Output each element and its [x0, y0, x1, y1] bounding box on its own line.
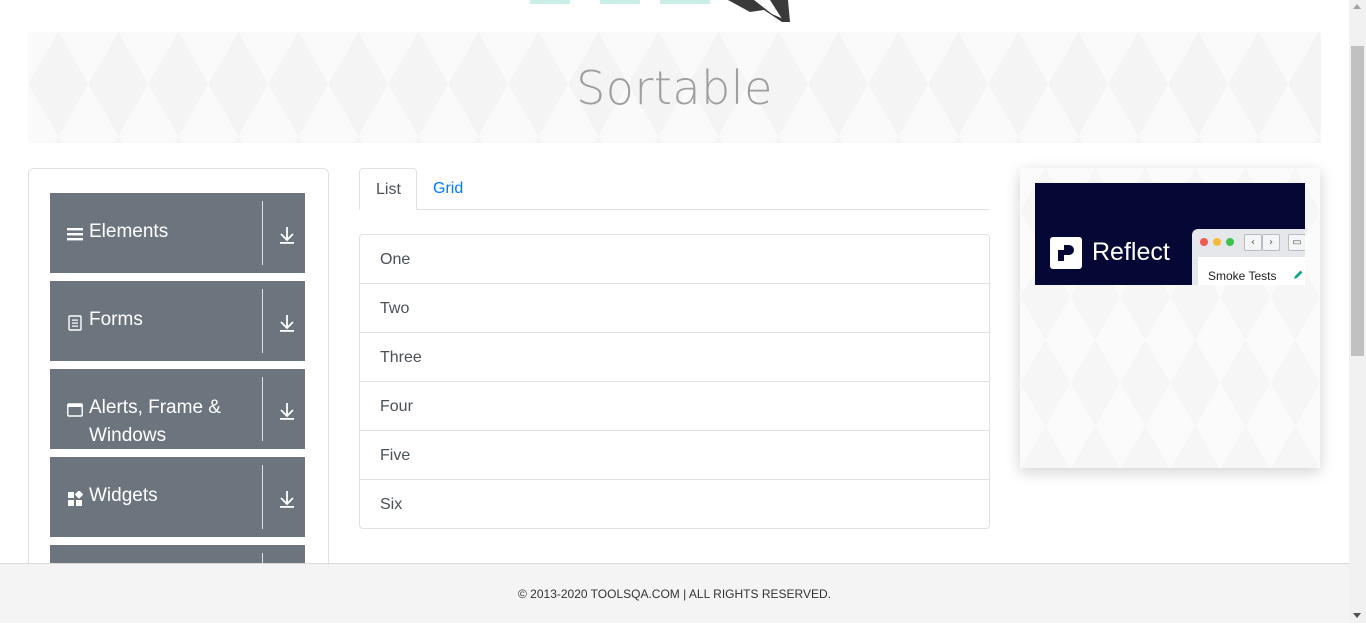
window-icon: [67, 403, 83, 417]
yellow-dot-icon: [1213, 238, 1221, 246]
ad-browser-panel: Smoke Tests: [1198, 257, 1305, 285]
group-header-forms[interactable]: Forms: [50, 281, 305, 361]
ad-tab-text: Smoke Tests: [1208, 269, 1277, 283]
list-item[interactable]: Four: [360, 382, 989, 431]
hamburger-icon: [67, 228, 83, 241]
forward-arrow-icon: ›: [1262, 234, 1280, 251]
scroll-down-arrow-icon[interactable]: [1353, 613, 1361, 618]
page-title: Sortable: [576, 60, 773, 115]
list-item[interactable]: Three: [360, 333, 989, 382]
group-divider: [262, 201, 263, 265]
group-divider: [262, 289, 263, 353]
sortable-list: One Two Three Four Five Six: [359, 234, 990, 529]
group-label-elements: Elements: [89, 221, 169, 242]
tab-grid[interactable]: Grid: [417, 168, 479, 209]
group-label-alerts: Alerts, Frame & Windows: [89, 397, 221, 446]
list-item[interactable]: Two: [360, 284, 989, 333]
footer: © 2013-2020 TOOLSQA.COM | ALL RIGHTS RES…: [0, 563, 1349, 623]
footer-copyright: © 2013-2020 TOOLSQA.COM | ALL RIGHTS RES…: [518, 587, 831, 601]
list-item[interactable]: One: [360, 235, 989, 284]
tab-list[interactable]: List: [359, 168, 417, 210]
document-icon: [68, 315, 82, 331]
scroll-thumb[interactable]: [1351, 46, 1364, 356]
ad-browser-mock: ‹ › ▭ Smoke Tests: [1192, 229, 1305, 285]
sidebar: Elements Forms Alerts, Frame & Windows W…: [28, 168, 329, 569]
ad-card[interactable]: Reflect ‹ › ▭ Smoke Tests: [1020, 168, 1320, 468]
group-label-forms: Forms: [89, 309, 143, 330]
ad-brand-name: Reflect: [1092, 238, 1170, 266]
list-item[interactable]: Five: [360, 431, 989, 480]
scroll-up-arrow-icon[interactable]: [1353, 4, 1361, 9]
group-divider: [262, 465, 263, 529]
download-arrow-icon[interactable]: [278, 489, 296, 509]
ad-banner[interactable]: Reflect ‹ › ▭ Smoke Tests: [1035, 183, 1305, 285]
red-dot-icon: [1200, 238, 1208, 246]
list-item[interactable]: Six: [360, 480, 989, 528]
group-header-elements[interactable]: Elements: [50, 193, 305, 273]
site-logo-icon[interactable]: [520, 0, 800, 22]
back-arrow-icon: ‹: [1244, 234, 1262, 251]
group-header-alerts-frame-windows[interactable]: Alerts, Frame & Windows: [50, 369, 305, 449]
tab-bar: List Grid: [359, 168, 990, 210]
reflect-logo-icon: [1050, 237, 1082, 269]
widgets-icon: [68, 491, 83, 506]
page-scrollbar[interactable]: [1349, 0, 1366, 623]
group-divider: [262, 377, 263, 441]
download-arrow-icon[interactable]: [278, 313, 296, 333]
group-header-widgets[interactable]: Widgets: [50, 457, 305, 537]
page-banner: Sortable: [28, 32, 1321, 143]
pencil-icon: [1294, 270, 1303, 279]
group-label-widgets: Widgets: [89, 485, 158, 506]
sidebar-toggle-icon: ▭: [1288, 234, 1305, 251]
download-arrow-icon[interactable]: [278, 225, 296, 245]
green-dot-icon: [1226, 238, 1234, 246]
download-arrow-icon[interactable]: [278, 401, 296, 421]
